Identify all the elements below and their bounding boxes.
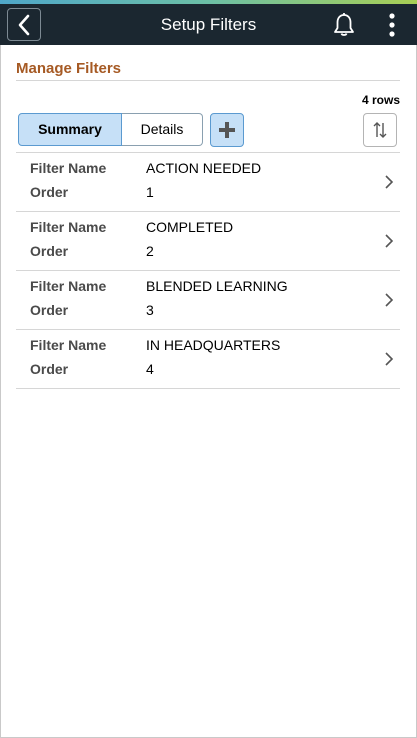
header-banner: Setup Filters xyxy=(0,4,417,45)
filters-list: Filter Name ACTION NEEDED Order 1 Filter… xyxy=(16,152,400,389)
list-item[interactable]: Filter Name IN HEADQUARTERS Order 4 xyxy=(16,330,400,389)
filter-name-label: Filter Name xyxy=(30,160,107,176)
chevron-right-icon xyxy=(385,175,394,189)
chevron-right-icon xyxy=(385,293,394,307)
back-button[interactable] xyxy=(7,8,41,41)
order-value: 4 xyxy=(146,361,154,377)
kebab-menu-icon xyxy=(389,13,395,37)
plus-icon xyxy=(219,122,235,138)
order-label: Order xyxy=(30,361,69,377)
chevron-left-icon xyxy=(18,14,30,35)
summary-tab[interactable]: Summary xyxy=(18,113,122,146)
order-value: 1 xyxy=(146,184,154,200)
chevron-right-icon xyxy=(385,234,394,248)
order-label: Order xyxy=(30,302,69,318)
sort-button[interactable] xyxy=(363,113,397,147)
details-tab[interactable]: Details xyxy=(122,113,203,146)
filter-name-value: ACTION NEEDED xyxy=(146,160,262,176)
filter-name-value: IN HEADQUARTERS xyxy=(146,337,281,353)
list-item[interactable]: Filter Name ACTION NEEDED Order 1 xyxy=(16,153,400,212)
notifications-button[interactable] xyxy=(332,12,356,38)
filter-name-label: Filter Name xyxy=(30,278,107,294)
bell-icon xyxy=(334,13,354,36)
actions-menu-button[interactable] xyxy=(384,12,400,38)
filter-name-label: Filter Name xyxy=(30,337,107,353)
order-label: Order xyxy=(30,184,69,200)
order-label: Order xyxy=(30,243,69,259)
order-value: 2 xyxy=(146,243,154,259)
add-filter-button[interactable] xyxy=(210,113,244,147)
section-title: Manage Filters xyxy=(16,60,122,77)
order-value: 3 xyxy=(146,302,154,318)
filter-name-label: Filter Name xyxy=(30,219,107,235)
list-item[interactable]: Filter Name COMPLETED Order 2 xyxy=(16,212,400,271)
row-count: 4 rows xyxy=(361,93,400,107)
filter-name-value: BLENDED LEARNING xyxy=(146,278,288,294)
section-divider xyxy=(16,80,400,81)
list-item[interactable]: Filter Name BLENDED LEARNING Order 3 xyxy=(16,271,400,330)
view-toggle: Summary Details xyxy=(18,113,203,146)
chevron-right-icon xyxy=(385,352,394,366)
filter-name-value: COMPLETED xyxy=(146,219,234,235)
sort-icon xyxy=(373,122,387,138)
